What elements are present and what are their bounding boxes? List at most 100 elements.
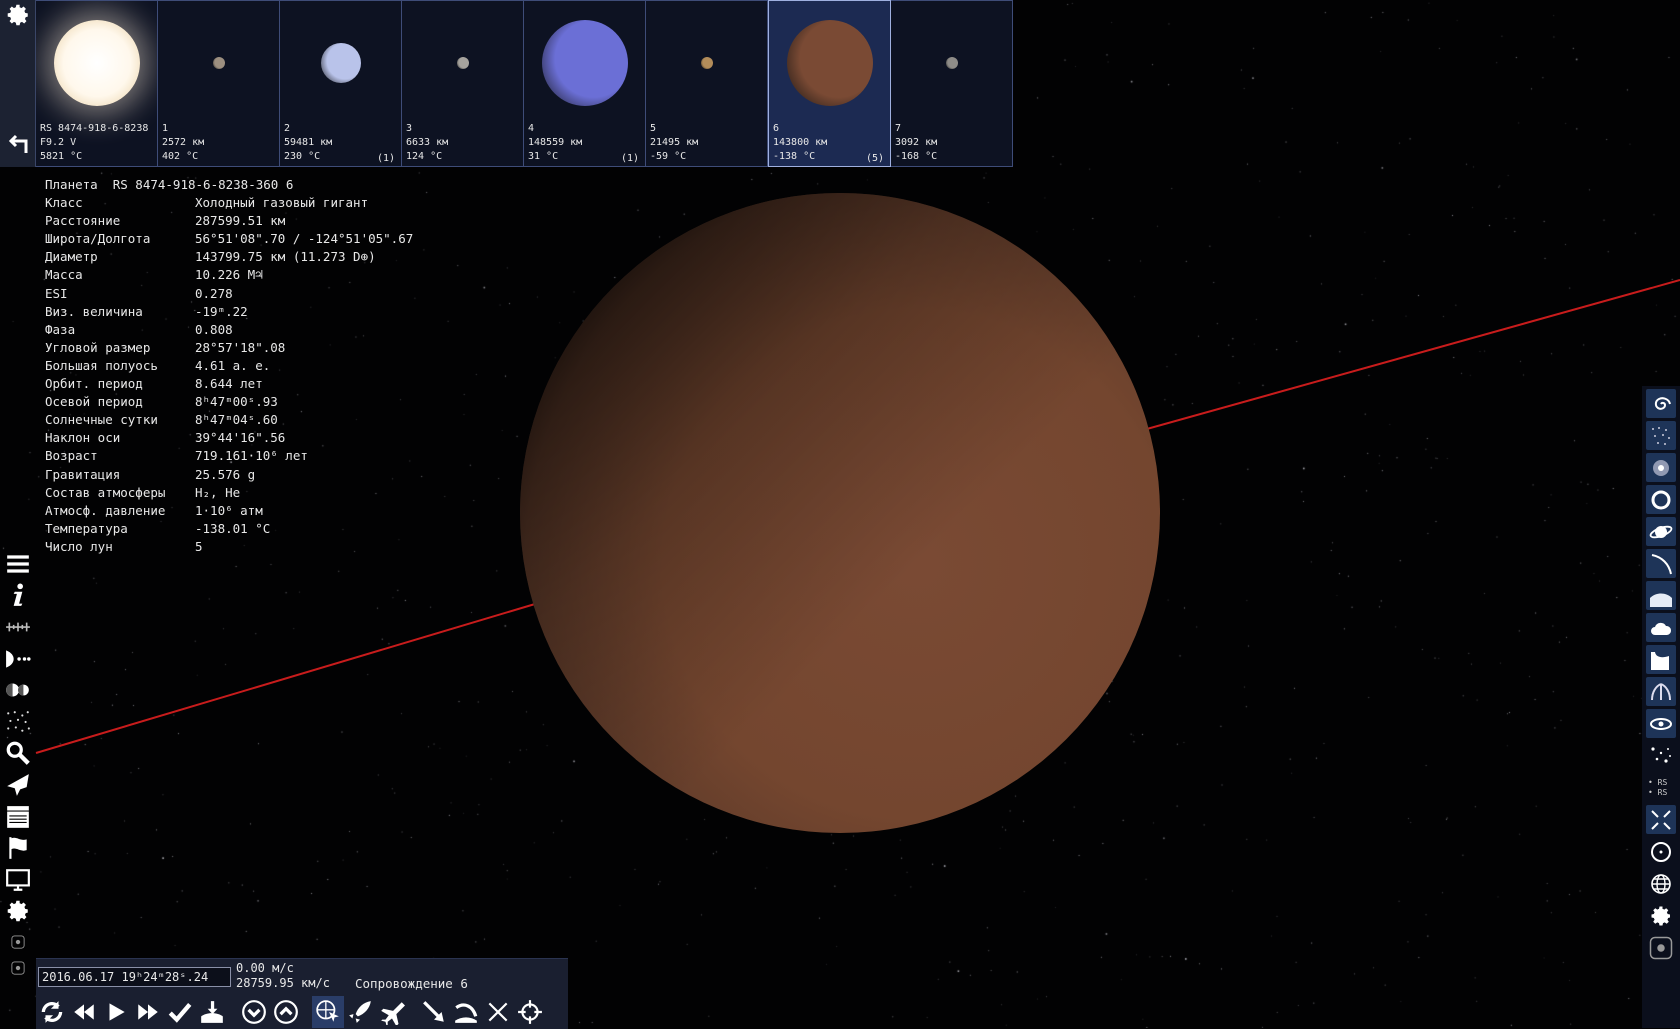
reset-time-button[interactable]: [36, 996, 68, 1028]
info-key: Широта/Долгота: [45, 231, 151, 247]
right-settings-button[interactable]: [1646, 901, 1676, 930]
realtime-button[interactable]: [164, 996, 196, 1028]
info-value: 10.226 M♃: [195, 267, 263, 283]
toggle-water[interactable]: [1646, 645, 1676, 674]
fast-forward-button[interactable]: [132, 996, 164, 1028]
settings-button[interactable]: [0, 896, 35, 928]
go-down-button[interactable]: [238, 996, 270, 1028]
toggle-clusters[interactable]: [1646, 453, 1676, 482]
dot-icon: [11, 961, 25, 975]
toggle-fullscreen[interactable]: [1646, 805, 1676, 834]
play-icon: [109, 1003, 125, 1021]
center-button[interactable]: [482, 996, 514, 1028]
info-value: 25.576 g: [195, 466, 256, 482]
left-small-toggle-2[interactable]: [10, 960, 26, 976]
menu-button[interactable]: [0, 548, 35, 580]
search-button[interactable]: [0, 738, 35, 770]
label-rs-2: • RS: [1648, 787, 1668, 797]
toggle-orbits[interactable]: [1646, 549, 1676, 578]
info-button[interactable]: [0, 580, 35, 612]
speed-relative: 28759.95 км/с: [236, 976, 330, 990]
datetime-field[interactable]: 2016.06.17 19ʰ24ᵐ28ˢ.24: [38, 967, 231, 987]
go-up-button[interactable]: [270, 996, 302, 1028]
info-icon: [13, 583, 23, 607]
clapper-icon: [6, 805, 29, 828]
fullscreen-icon: [1651, 809, 1671, 830]
toggle-planets[interactable]: [1646, 517, 1676, 546]
body-card-7[interactable]: 7 3092 км -168 °C: [891, 0, 1013, 167]
toggle-target[interactable]: [1646, 837, 1676, 866]
free-camera-button[interactable]: [312, 996, 344, 1028]
toggle-labels[interactable]: • RS • RS: [1646, 773, 1676, 802]
display-button[interactable]: [0, 864, 35, 896]
info-row: Диаметр 143799.75 км (11.273 D⊕): [45, 248, 413, 266]
body-card-l1: 6: [773, 123, 780, 134]
label-rs-1: • RS: [1648, 777, 1668, 787]
body-card-l2: 2572 км: [162, 137, 205, 148]
body-card-text: 7 3092 км -168 °C: [895, 122, 1008, 164]
body-card-0[interactable]: RS 8474-918-6-8238 F9.2 V 5821 °C: [36, 0, 158, 167]
body-card-3[interactable]: 3 6633 км 124 °C: [402, 0, 524, 167]
body-card-1[interactable]: 1 2572 км 402 °C: [158, 0, 280, 167]
info-value: 8ʰ47ᵐ00ˢ.93: [195, 394, 278, 410]
body-card-2[interactable]: 2 59481 км 230 °C (1): [280, 0, 402, 167]
airplane-icon: [381, 1002, 405, 1025]
speed-readout: 0.00 м/с 28759.95 км/с: [236, 961, 330, 991]
toggle-atmosphere[interactable]: [1646, 581, 1676, 610]
body-card-4[interactable]: 4 148559 км 31 °C (1): [524, 0, 646, 167]
flag-button[interactable]: [0, 832, 35, 864]
scenario-button[interactable]: [0, 801, 35, 833]
land-on-surface-button[interactable]: [450, 996, 482, 1028]
planet-pair-icon: [5, 683, 29, 697]
orbit-button[interactable]: [0, 643, 35, 675]
spaceship-mode-button[interactable]: [344, 996, 376, 1028]
star-thumbnail: [53, 20, 140, 106]
atmosphere-icon: [1650, 593, 1672, 607]
info-row: Угловой размер 28°57'18".08: [45, 339, 413, 357]
crosshair-button[interactable]: [514, 996, 546, 1028]
stars-button[interactable]: [0, 706, 35, 738]
body-card-l1: 1: [162, 123, 169, 134]
ruler-button[interactable]: [0, 611, 35, 643]
body-card-moons: (1): [620, 153, 639, 164]
toggle-stars[interactable]: [1646, 741, 1676, 770]
info-key: Диаметр: [45, 249, 98, 265]
toggle-eye[interactable]: [1646, 709, 1676, 738]
back-arrow-icon: [8, 134, 27, 153]
body-card-5[interactable]: 5 21495 км -59 °C: [646, 0, 768, 167]
info-value: 5: [195, 538, 203, 554]
toggle-aurora[interactable]: [1646, 677, 1676, 706]
info-key: Фаза: [45, 321, 76, 337]
body-card-6[interactable]: 6 143800 км -138 °C (5): [768, 0, 891, 167]
rocket-icon: [349, 1001, 371, 1023]
globe-icon: [1651, 873, 1671, 894]
land-button[interactable]: [196, 996, 228, 1028]
body-card-l2: 148559 км: [528, 137, 583, 148]
monitor-icon: [5, 868, 30, 891]
star-cluster-icon: [1653, 459, 1669, 476]
strip-back-button[interactable]: [4, 133, 31, 160]
follow-mode-label: Сопровождение 6: [355, 976, 468, 991]
ship-button[interactable]: [0, 769, 35, 801]
toggle-galaxies[interactable]: [1646, 389, 1676, 418]
toggle-ring-galaxies[interactable]: [1646, 485, 1676, 514]
goto-button[interactable]: [418, 996, 450, 1028]
rewind-icon: [74, 1004, 94, 1020]
strip-settings-button[interactable]: [4, 2, 31, 29]
toggle-clouds[interactable]: [1646, 613, 1676, 642]
info-value: 56°51'08".70 / -124°51'05".67: [195, 231, 414, 247]
toggle-nebulae[interactable]: [1646, 421, 1676, 450]
toggle-grid[interactable]: [1646, 869, 1676, 898]
info-key: Состав атмосферы: [45, 484, 166, 500]
right-small-toggle[interactable]: [1646, 933, 1676, 962]
info-value: 8.644 лет: [195, 376, 263, 392]
rewind-button[interactable]: [68, 996, 100, 1028]
speed-ship: 0.00 м/с: [236, 961, 294, 975]
left-small-toggle-1[interactable]: [10, 934, 26, 950]
aircraft-mode-button[interactable]: [376, 996, 408, 1028]
play-button[interactable]: [100, 996, 132, 1028]
planet-thumbnail: [700, 57, 713, 69]
nebula-icon: [1652, 426, 1670, 445]
planets-button[interactable]: [0, 674, 35, 706]
gear-icon: [7, 901, 28, 922]
